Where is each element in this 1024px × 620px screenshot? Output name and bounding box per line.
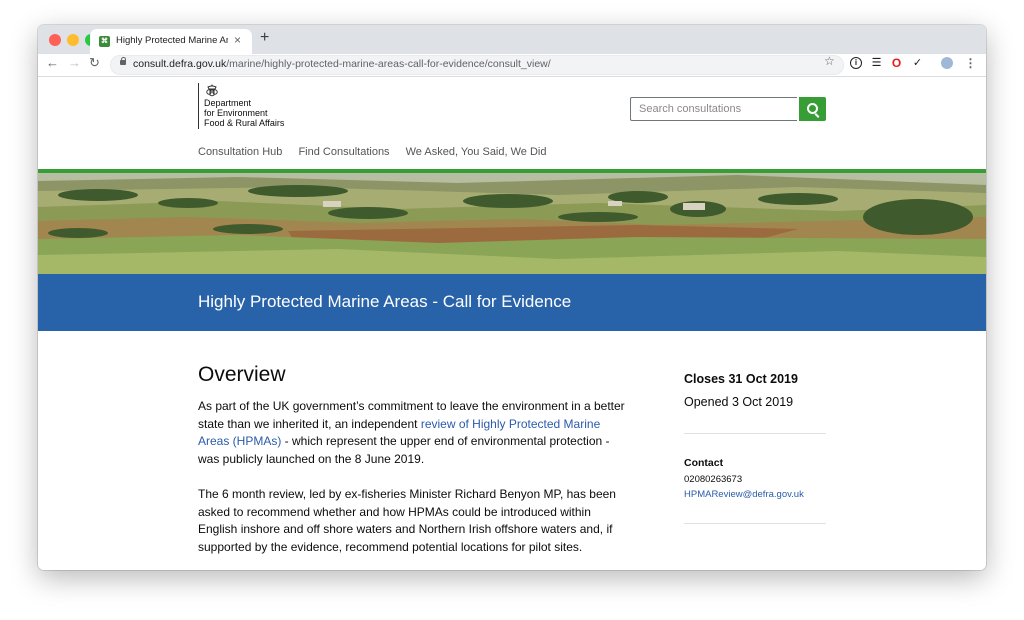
- overview-paragraph-1: As part of the UK government’s commitmen…: [198, 398, 628, 468]
- reload-button[interactable]: ↻: [89, 55, 100, 71]
- tab-title: Highly Protected Marine Areas: [116, 35, 228, 46]
- consultation-sidebar: Closes 31 Oct 2019 Opened 3 Oct 2019 Con…: [684, 371, 826, 547]
- new-tab-button[interactable]: +: [260, 29, 269, 47]
- countryside-hero-image: [38, 173, 986, 274]
- minimize-window-button[interactable]: [67, 34, 79, 46]
- web-page: Department for Environment Food & Rural …: [38, 77, 986, 570]
- page-title: Highly Protected Marine Areas - Call for…: [198, 292, 572, 311]
- defra-favicon-icon: ⌘: [99, 36, 110, 47]
- logo-line-1: Department: [204, 98, 252, 108]
- opera-extension-icon[interactable]: O: [890, 57, 903, 70]
- lock-icon: [120, 57, 126, 65]
- tab-close-icon[interactable]: ×: [234, 33, 241, 47]
- profile-avatar-icon[interactable]: [941, 57, 953, 69]
- sidebar-divider: [684, 433, 826, 434]
- logo-line-3: Food & Rural Affairs: [204, 118, 285, 128]
- contact-email-link[interactable]: HPMAReview@defra.gov.uk: [684, 489, 826, 500]
- browser-menu-icon[interactable]: ⋮: [964, 57, 977, 70]
- contact-phone: 02080263673: [684, 474, 743, 485]
- eyedropper-extension-icon[interactable]: ✓: [911, 57, 924, 70]
- overview-heading: Overview: [198, 363, 286, 386]
- nav-we-asked-you-said[interactable]: We Asked, You Said, We Did: [406, 146, 547, 158]
- forward-button[interactable]: →: [68, 55, 81, 70]
- tab-strip: ⌘ Highly Protected Marine Areas × +: [38, 25, 986, 54]
- nav-find-consultations[interactable]: Find Consultations: [298, 146, 389, 158]
- nav-consultation-hub[interactable]: Consultation Hub: [198, 146, 282, 158]
- close-window-button[interactable]: [49, 34, 61, 46]
- overview-paragraph-2: The 6 month review, led by ex-fisheries …: [198, 487, 616, 554]
- search-icon: [807, 103, 818, 114]
- page-banner: Highly Protected Marine Areas - Call for…: [38, 274, 986, 331]
- browser-tab[interactable]: ⌘ Highly Protected Marine Areas ×: [90, 29, 252, 54]
- royal-crest-icon: [206, 84, 218, 97]
- address-bar[interactable]: consult.defra.gov.uk/marine/highly-prote…: [110, 55, 844, 75]
- search-input[interactable]: [630, 97, 797, 121]
- opening-date: Opened 3 Oct 2019: [684, 395, 794, 409]
- search-button[interactable]: [799, 97, 826, 121]
- info-extension-icon[interactable]: i: [850, 57, 862, 69]
- back-button[interactable]: ←: [46, 55, 59, 70]
- overview-section: Overview As part of the UK government’s …: [198, 363, 628, 570]
- closing-date: Closes 31 Oct 2019: [684, 372, 798, 386]
- logo-line-2: for Environment: [204, 108, 268, 118]
- url-host: consult.defra.gov.uk: [133, 58, 227, 70]
- browser-window: ⌘ Highly Protected Marine Areas × + ← → …: [38, 25, 986, 570]
- sidebar-divider-2: [684, 523, 826, 524]
- layers-extension-icon[interactable]: ☰: [870, 57, 883, 70]
- browser-toolbar: ← → ↻ consult.defra.gov.uk/marine/highly…: [38, 54, 986, 77]
- bookmark-star-icon[interactable]: ☆: [824, 54, 835, 68]
- defra-logo[interactable]: Department for Environment Food & Rural …: [198, 83, 284, 129]
- search-form: [630, 97, 826, 121]
- contact-heading: Contact: [684, 457, 724, 469]
- url-path: /marine/highly-protected-marine-areas-ca…: [226, 58, 551, 70]
- url-text: consult.defra.gov.uk/marine/highly-prote…: [133, 58, 551, 70]
- main-nav: Consultation Hub Find Consultations We A…: [198, 146, 559, 158]
